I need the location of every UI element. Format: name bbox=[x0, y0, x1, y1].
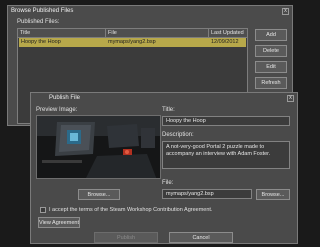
cancel-button[interactable]: Cancel bbox=[169, 232, 233, 243]
browse-window-title: Browse Published Files bbox=[11, 8, 74, 14]
description-textarea[interactable]: A not-very-good Portal 2 puzzle made to … bbox=[162, 141, 290, 169]
browse-preview-button[interactable]: Browse... bbox=[78, 189, 120, 200]
publish-button[interactable]: Publish bbox=[94, 232, 158, 243]
agreement-checkbox[interactable] bbox=[40, 207, 46, 213]
file-label: File: bbox=[162, 180, 174, 186]
publish-file-window: Publish File x Preview Image: Title: Hoo… bbox=[30, 92, 298, 244]
table-row[interactable]: Hoopy the Hoop mymaps/yang2.bsp 12/09/20… bbox=[19, 38, 246, 47]
table-header: Title File Last Updated bbox=[18, 29, 247, 38]
row-date-cell: 12/09/2012 bbox=[211, 39, 239, 45]
file-input[interactable]: mymaps/yang2.bsp bbox=[162, 189, 252, 199]
title-label: Title: bbox=[162, 107, 175, 113]
preview-image bbox=[36, 115, 161, 179]
browse-file-button[interactable]: Browse... bbox=[256, 189, 290, 200]
publish-window-title: Publish File bbox=[49, 95, 81, 101]
preview-image-label: Preview Image: bbox=[36, 107, 78, 113]
refresh-button[interactable]: Refresh bbox=[255, 77, 287, 89]
description-label: Description: bbox=[162, 132, 194, 138]
edit-button[interactable]: Edit bbox=[255, 61, 287, 73]
view-agreement-button[interactable]: View Agreement bbox=[38, 217, 80, 228]
publish-close-icon[interactable]: x bbox=[287, 95, 294, 102]
add-button[interactable]: Add bbox=[255, 29, 287, 41]
agreement-label: I accept the terms of the Steam Workshop… bbox=[49, 207, 213, 213]
delete-button[interactable]: Delete bbox=[255, 45, 287, 57]
row-file-cell: mymaps/yang2.bsp bbox=[108, 39, 156, 45]
column-header-file[interactable]: File bbox=[106, 29, 209, 38]
title-input[interactable]: Hoopy the Hoop bbox=[162, 116, 290, 126]
column-header-title[interactable]: Title bbox=[18, 29, 106, 38]
browse-close-icon[interactable]: x bbox=[282, 8, 289, 15]
published-files-label: Published Files: bbox=[17, 19, 60, 25]
row-title-cell: Hoopy the Hoop bbox=[21, 39, 61, 45]
preview-screenshot-image bbox=[37, 116, 160, 178]
column-header-last-updated[interactable]: Last Updated bbox=[209, 29, 249, 38]
